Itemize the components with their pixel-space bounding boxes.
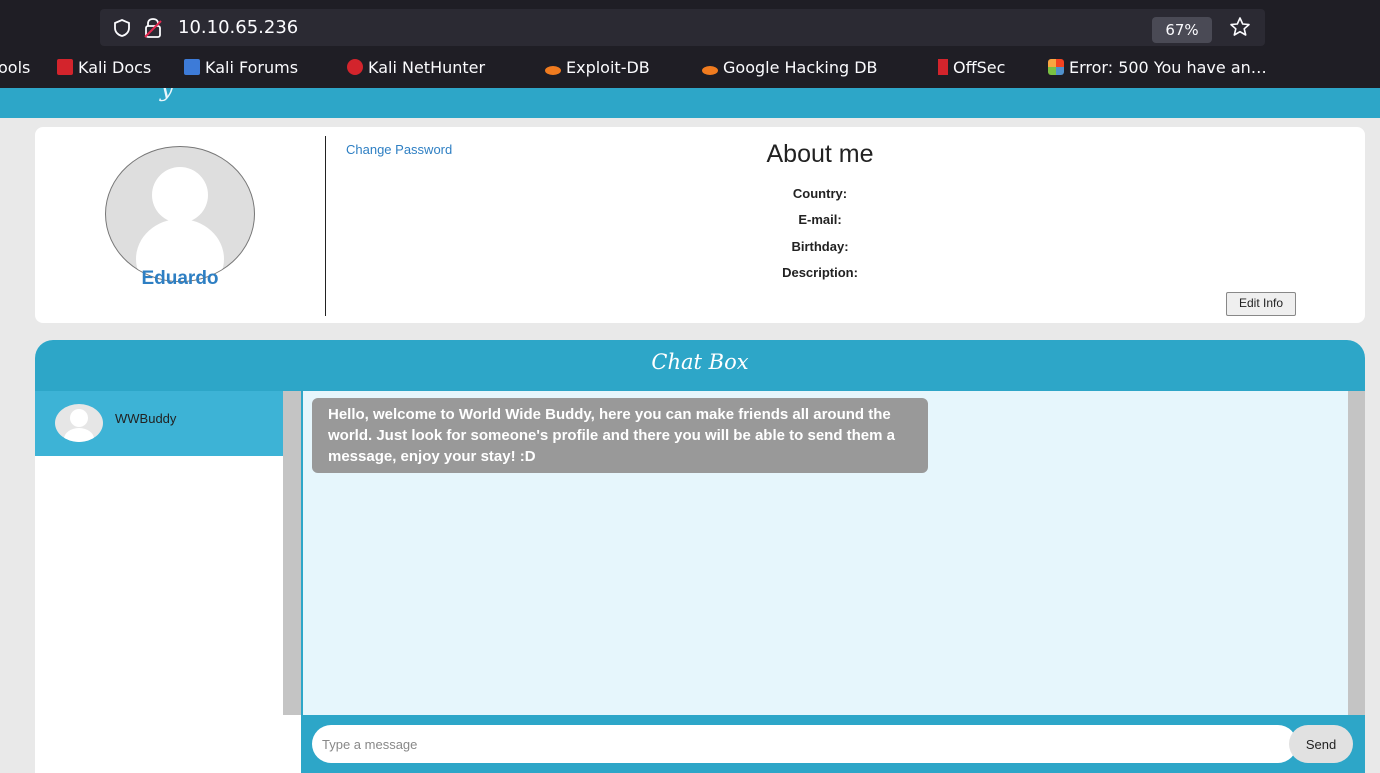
- chat-title: Chat Box: [651, 350, 749, 374]
- user-placeholder-icon: [64, 409, 94, 442]
- change-password-link[interactable]: Change Password: [346, 142, 452, 157]
- about-me-heading: About me: [766, 140, 874, 168]
- send-button[interactable]: Send: [1289, 725, 1353, 763]
- birthday-label: Birthday:: [791, 239, 849, 254]
- profile-avatar: [105, 146, 255, 282]
- contact-list: WWBuddy: [35, 391, 283, 773]
- bookmark-offsec[interactable]: OffSec: [938, 48, 1005, 88]
- bookmarks-toolbar: ools Kali Docs Kali Forums Kali NetHunte…: [0, 48, 1380, 88]
- insecure-lock-icon[interactable]: [142, 17, 164, 39]
- contact-item-wwbuddy[interactable]: WWBuddy: [35, 391, 283, 456]
- profile-divider: [325, 136, 326, 316]
- chat-header: Chat Box: [35, 340, 1365, 391]
- offsec-icon: [938, 59, 948, 75]
- contact-name: WWBuddy: [115, 411, 177, 426]
- bookmark-star-icon[interactable]: [1228, 15, 1252, 39]
- email-label: E-mail:: [798, 212, 842, 227]
- bookmark-kali-nethunter[interactable]: Kali NetHunter: [347, 48, 485, 88]
- site-header: y: [0, 88, 1380, 118]
- edit-info-button[interactable]: Edit Info: [1226, 292, 1296, 316]
- bookmark-kali-forums[interactable]: Kali Forums: [184, 48, 298, 88]
- message-composer: Send: [301, 715, 1365, 773]
- message-input[interactable]: [312, 725, 1297, 763]
- kali-docs-icon: [57, 59, 73, 75]
- kali-forums-icon: [184, 59, 200, 75]
- message-bubble: Hello, welcome to World Wide Buddy, here…: [312, 398, 928, 473]
- google-hacking-db-icon: [702, 66, 718, 75]
- user-placeholder-icon: [136, 167, 224, 281]
- country-label: Country:: [792, 186, 848, 201]
- bookmark-kali-docs[interactable]: Kali Docs: [57, 48, 151, 88]
- description-label: Description:: [782, 265, 858, 280]
- joomla-icon: [1048, 59, 1064, 75]
- contact-avatar: [55, 404, 103, 442]
- bookmark-tools[interactable]: ools: [0, 48, 30, 88]
- site-logo-fragment: y: [160, 88, 174, 102]
- bookmark-error-500[interactable]: Error: 500 You have an…: [1048, 48, 1267, 88]
- contact-list-scrollbar[interactable]: [283, 391, 301, 715]
- bookmark-exploit-db[interactable]: Exploit-DB: [545, 48, 650, 88]
- messages-scrollbar[interactable]: [1348, 391, 1365, 715]
- kali-nethunter-icon: [347, 59, 363, 75]
- profile-name: Eduardo: [141, 268, 219, 289]
- chat-box: Chat Box WWBuddy Hello, welcome to World…: [35, 340, 1365, 773]
- bookmark-google-hacking-db[interactable]: Google Hacking DB: [702, 48, 878, 88]
- exploit-db-icon: [545, 66, 561, 75]
- tracking-protection-icon[interactable]: [112, 18, 132, 38]
- url-text[interactable]: 10.10.65.236: [178, 17, 298, 38]
- zoom-level-badge[interactable]: 67%: [1152, 17, 1212, 43]
